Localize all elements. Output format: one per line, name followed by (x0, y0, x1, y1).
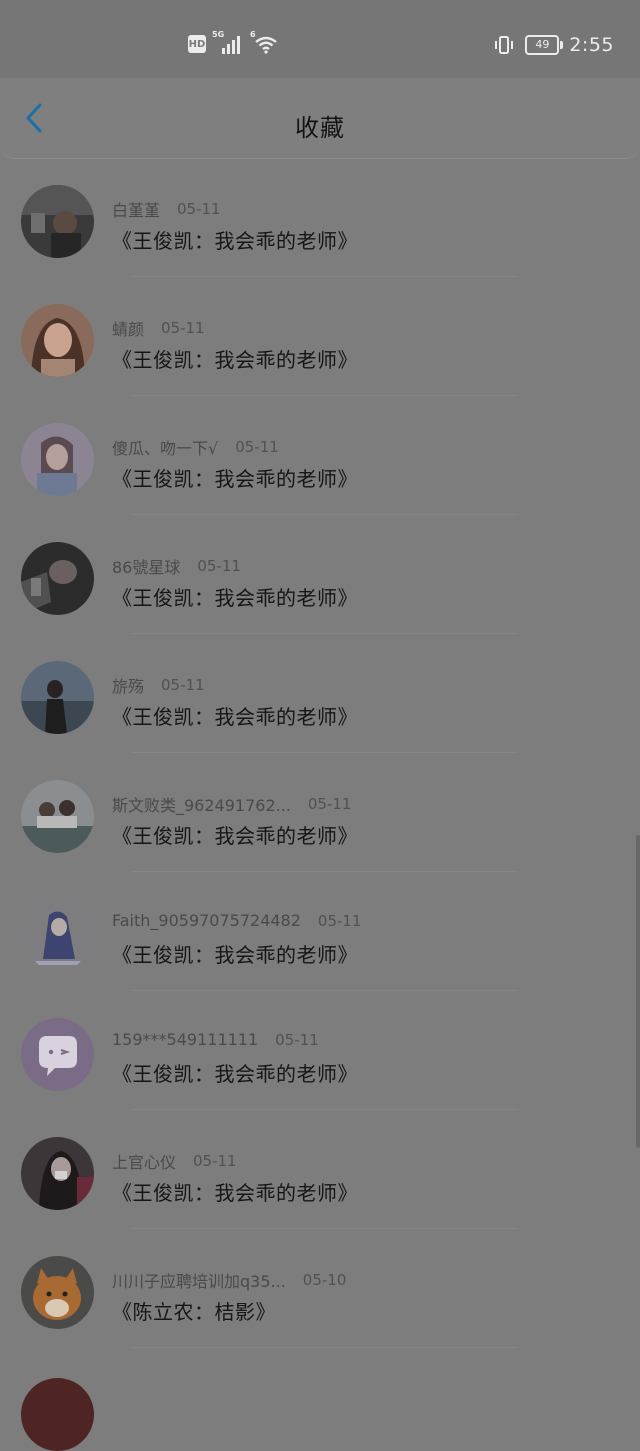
hd-icon: HD (188, 35, 206, 53)
scrollbar[interactable] (636, 835, 640, 1148)
list-item[interactable]: 川川子应聘培训加q35... 05-10 《陈立农：桔影》 (0, 1229, 640, 1348)
item-title[interactable]: 《王俊凯：我会乖的老师》 (112, 820, 358, 849)
avatar[interactable] (21, 1256, 94, 1329)
username[interactable]: 86號星球 (112, 554, 180, 578)
avatar[interactable] (21, 423, 94, 496)
status-bar: HD 5G 6 49 2:55 (0, 0, 640, 78)
date: 05-11 (197, 557, 241, 575)
item-meta: 蜻颜 05-11 (112, 316, 205, 340)
date: 05-11 (161, 676, 205, 694)
item-title[interactable]: 《王俊凯：我会乖的老师》 (112, 344, 358, 373)
list-item[interactable]: 蜻颜 05-11 《王俊凯：我会乖的老师》 (0, 277, 640, 396)
divider (132, 1347, 518, 1348)
list-item[interactable]: 上官心仪 05-11 《王俊凯：我会乖的老师》 (0, 1110, 640, 1229)
cellular-signal-icon: 5G (212, 30, 244, 54)
wifi-icon: 6 (250, 30, 278, 54)
status-right: 49 2:55 (493, 34, 614, 56)
avatar[interactable] (21, 1378, 94, 1451)
favorites-list: 白堇堇 05-11 《王俊凯：我会乖的老师》 蜻颜 05-11 《王俊凯：我会乖… (0, 158, 640, 1348)
username[interactable]: 蜻颜 (112, 316, 144, 340)
list-item[interactable]: 斯文败类_962491762... 05-11 《王俊凯：我会乖的老师》 (0, 753, 640, 872)
avatar[interactable] (21, 899, 94, 972)
username[interactable]: 斯文败类_962491762... (112, 792, 291, 816)
list-item[interactable]: 旂殇 05-11 《王俊凯：我会乖的老师》 (0, 634, 640, 753)
item-meta: 白堇堇 05-11 (112, 197, 221, 221)
avatar[interactable] (21, 780, 94, 853)
navigation-bar: 收藏 (0, 78, 640, 159)
clock: 2:55 (569, 34, 614, 56)
date: 05-11 (275, 1030, 319, 1049)
username[interactable]: 川川子应聘培训加q35... (112, 1268, 286, 1292)
item-title[interactable]: 《王俊凯：我会乖的老师》 (112, 1058, 358, 1087)
item-title[interactable]: 《王俊凯：我会乖的老师》 (112, 582, 358, 611)
avatar[interactable] (21, 185, 94, 258)
item-meta: Faith_90597075724482 05-11 (112, 911, 362, 930)
status-left: HD 5G 6 (188, 30, 278, 54)
date: 05-10 (302, 1271, 347, 1289)
item-meta: 傻瓜、吻一下√ 05-11 (112, 435, 279, 459)
item-meta: 旂殇 05-11 (112, 673, 205, 697)
username[interactable]: Faith_90597075724482 (112, 911, 301, 930)
date: 05-11 (307, 795, 352, 813)
date: 05-11 (177, 200, 221, 218)
date: 05-11 (235, 438, 279, 456)
item-meta: 159***549111111 05-11 (112, 1030, 319, 1049)
date: 05-11 (193, 1152, 237, 1170)
username[interactable]: 白堇堇 (112, 197, 160, 221)
date: 05-11 (317, 911, 362, 930)
item-title[interactable]: 《王俊凯：我会乖的老师》 (112, 225, 358, 254)
date: 05-11 (161, 319, 205, 337)
avatar[interactable] (21, 1018, 94, 1091)
item-meta: 斯文败类_962491762... 05-11 (112, 792, 351, 816)
page-title: 收藏 (295, 114, 345, 142)
username[interactable]: 159***549111111 (112, 1030, 258, 1049)
username[interactable]: 傻瓜、吻一下√ (112, 435, 218, 459)
list-item[interactable]: 白堇堇 05-11 《王俊凯：我会乖的老师》 (0, 158, 640, 277)
item-title[interactable]: 《陈立农：桔影》 (112, 1296, 276, 1325)
item-title[interactable]: 《王俊凯：我会乖的老师》 (112, 463, 358, 492)
username[interactable]: 旂殇 (112, 673, 144, 697)
avatar[interactable] (21, 1137, 94, 1210)
item-title[interactable]: 《王俊凯：我会乖的老师》 (112, 939, 358, 968)
item-title[interactable]: 《王俊凯：我会乖的老师》 (112, 1177, 358, 1206)
username[interactable]: 上官心仪 (112, 1149, 176, 1173)
item-title[interactable]: 《王俊凯：我会乖的老师》 (112, 701, 358, 730)
item-meta: 川川子应聘培训加q35... 05-10 (112, 1268, 346, 1292)
list-item[interactable]: Faith_90597075724482 05-11 《王俊凯：我会乖的老师》 (0, 872, 640, 991)
list-item[interactable]: 86號星球 05-11 《王俊凯：我会乖的老师》 (0, 515, 640, 634)
avatar[interactable] (21, 304, 94, 377)
avatar[interactable] (21, 542, 94, 615)
item-meta: 86號星球 05-11 (112, 554, 241, 578)
vibrate-icon (493, 34, 515, 56)
battery-icon: 49 (525, 35, 564, 55)
signal-generation: 5G (212, 30, 225, 39)
item-meta: 上官心仪 05-11 (112, 1149, 237, 1173)
list-item[interactable]: 傻瓜、吻一下√ 05-11 《王俊凯：我会乖的老师》 (0, 396, 640, 515)
list-item[interactable]: 159***549111111 05-11 《王俊凯：我会乖的老师》 (0, 991, 640, 1110)
avatar[interactable] (21, 661, 94, 734)
